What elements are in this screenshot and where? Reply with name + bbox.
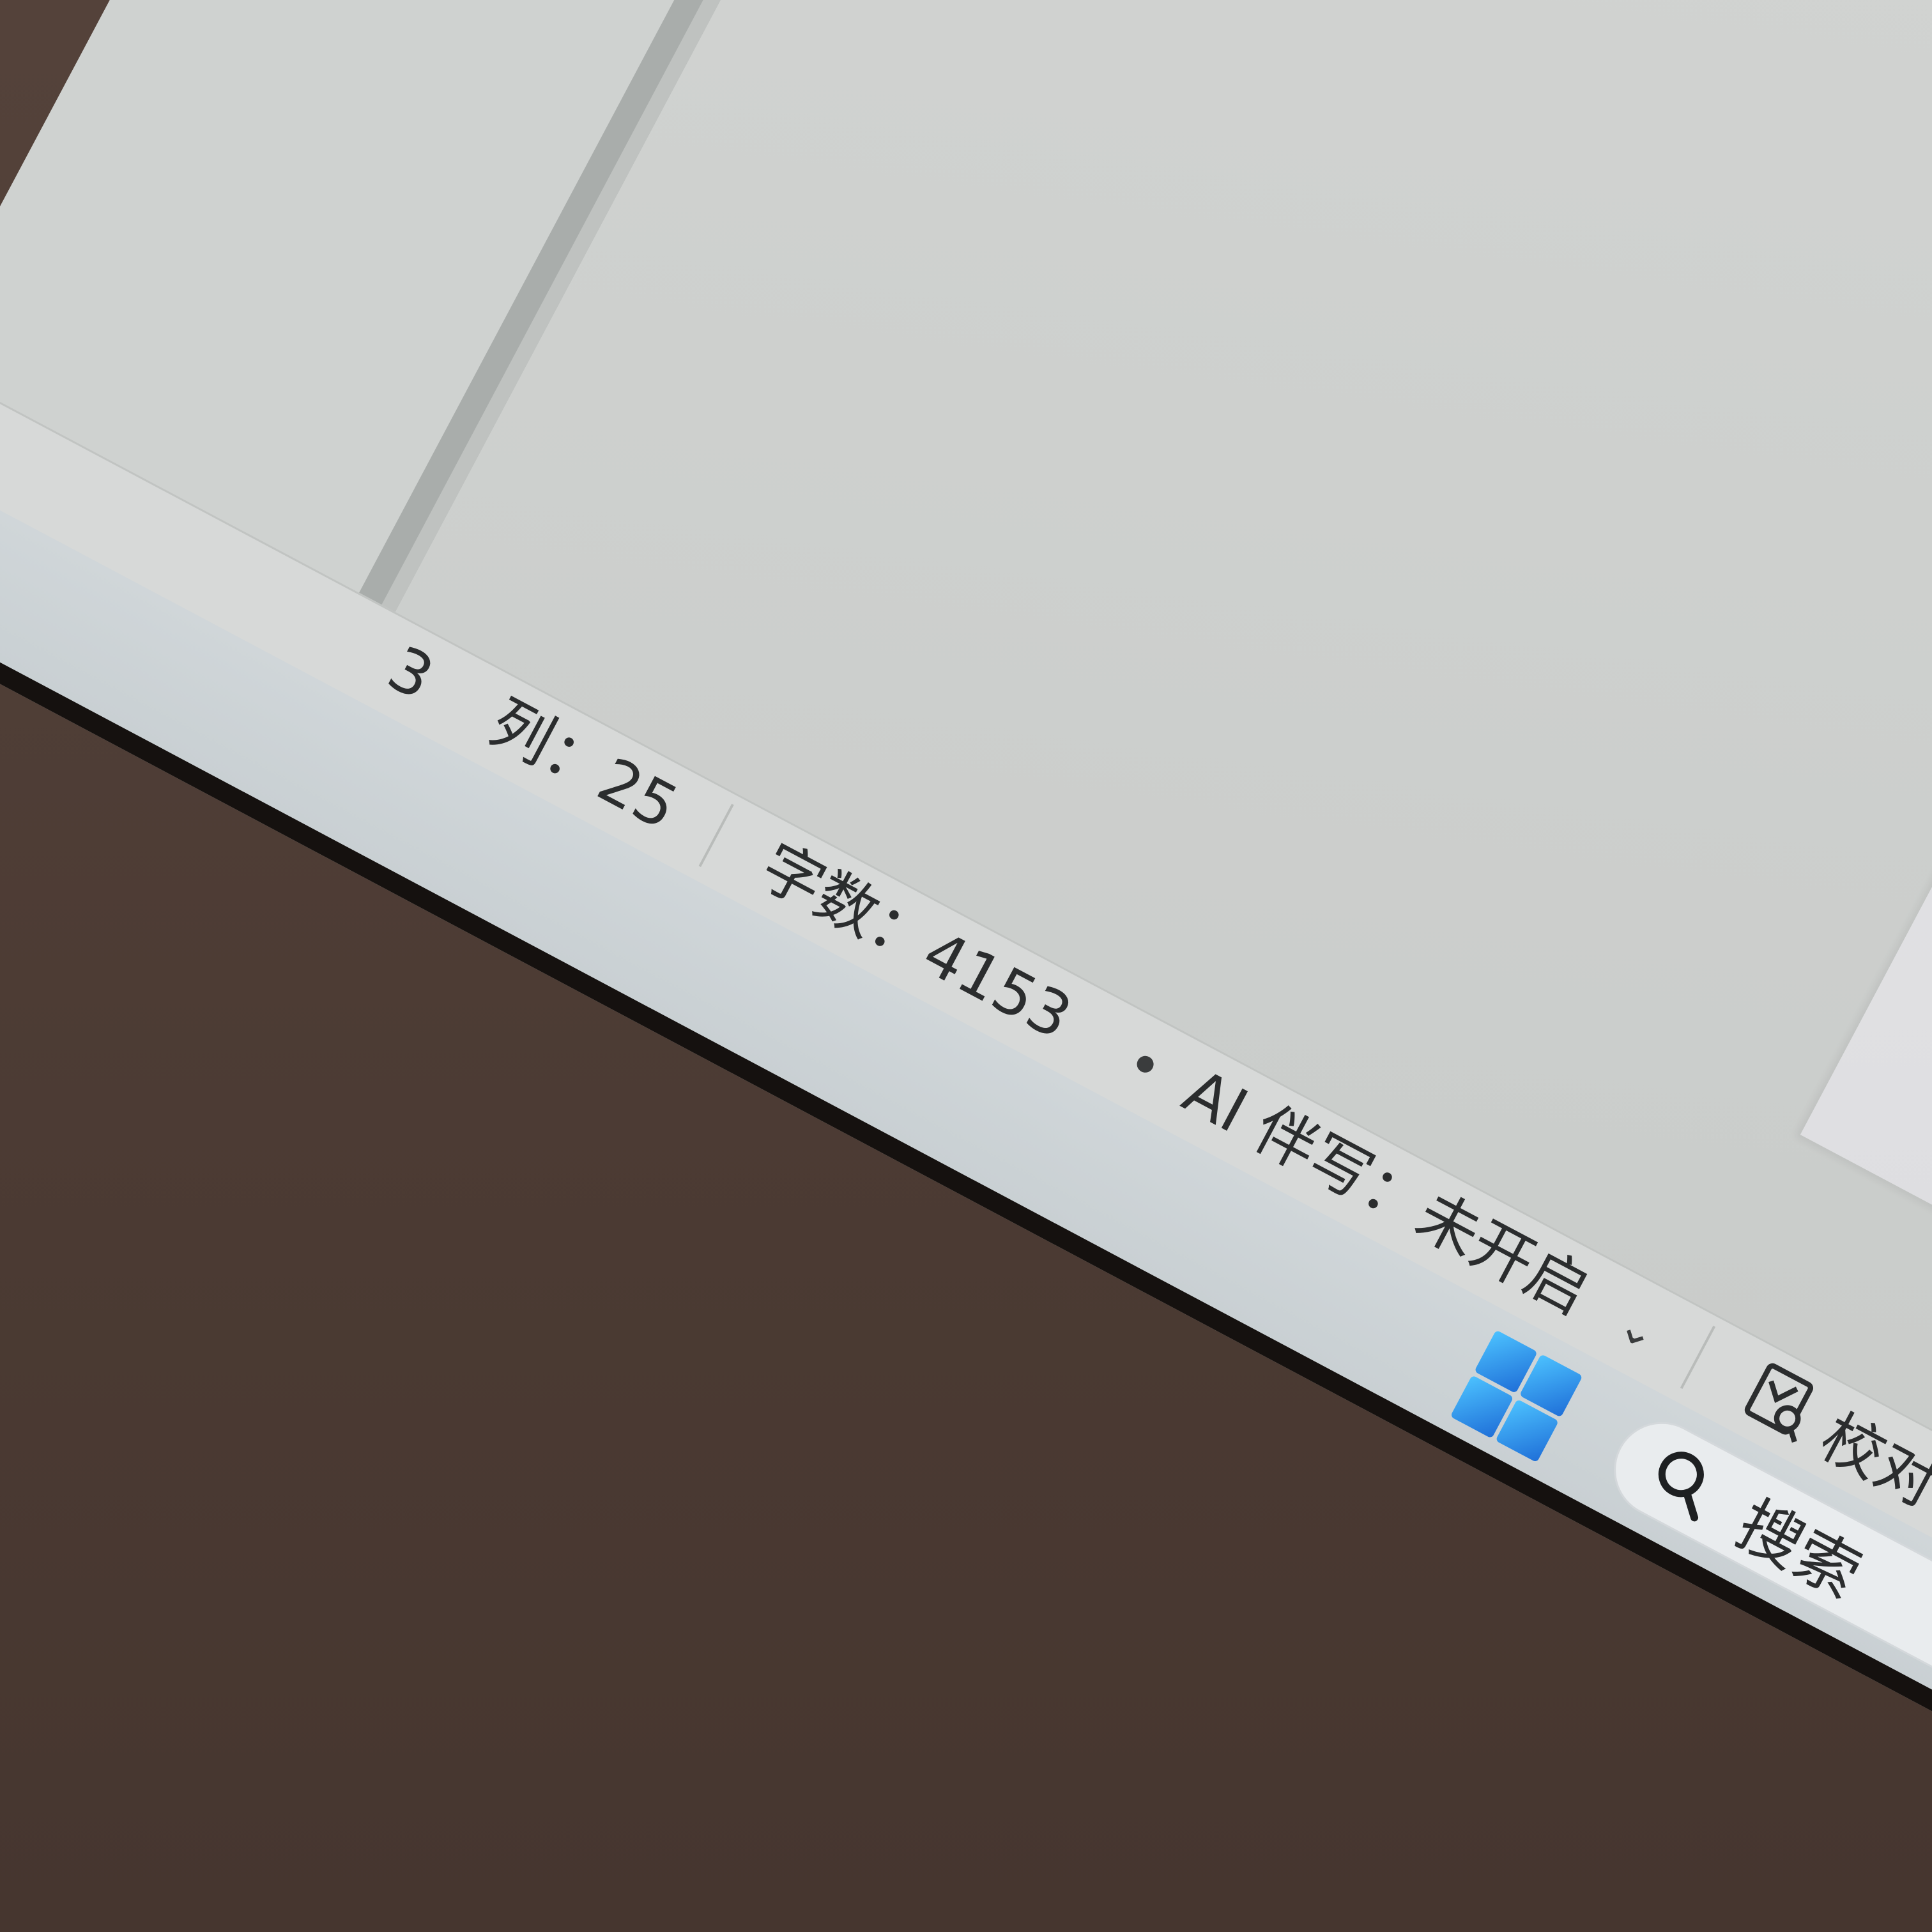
- ai-status-dot: [1133, 1053, 1157, 1076]
- photo-scene: 3 列：25 字数：4153 AI 伴写：未开启 ⌄ 校对 搜索: [0, 0, 1932, 1932]
- windows-start-icon[interactable]: [1447, 1327, 1585, 1465]
- document-page[interactable]: [1800, 0, 1932, 1555]
- chevron-down-icon[interactable]: ⌄: [1609, 1298, 1667, 1361]
- status-divider: [698, 804, 734, 868]
- row-indicator: 3: [376, 632, 445, 714]
- status-divider: [1680, 1326, 1716, 1390]
- proofread-icon: [1744, 1363, 1814, 1443]
- search-icon: [1658, 1452, 1704, 1522]
- monitor-screen: 3 列：25 字数：4153 AI 伴写：未开启 ⌄ 校对 搜索: [0, 0, 1932, 1932]
- left-pane: [0, 0, 1392, 593]
